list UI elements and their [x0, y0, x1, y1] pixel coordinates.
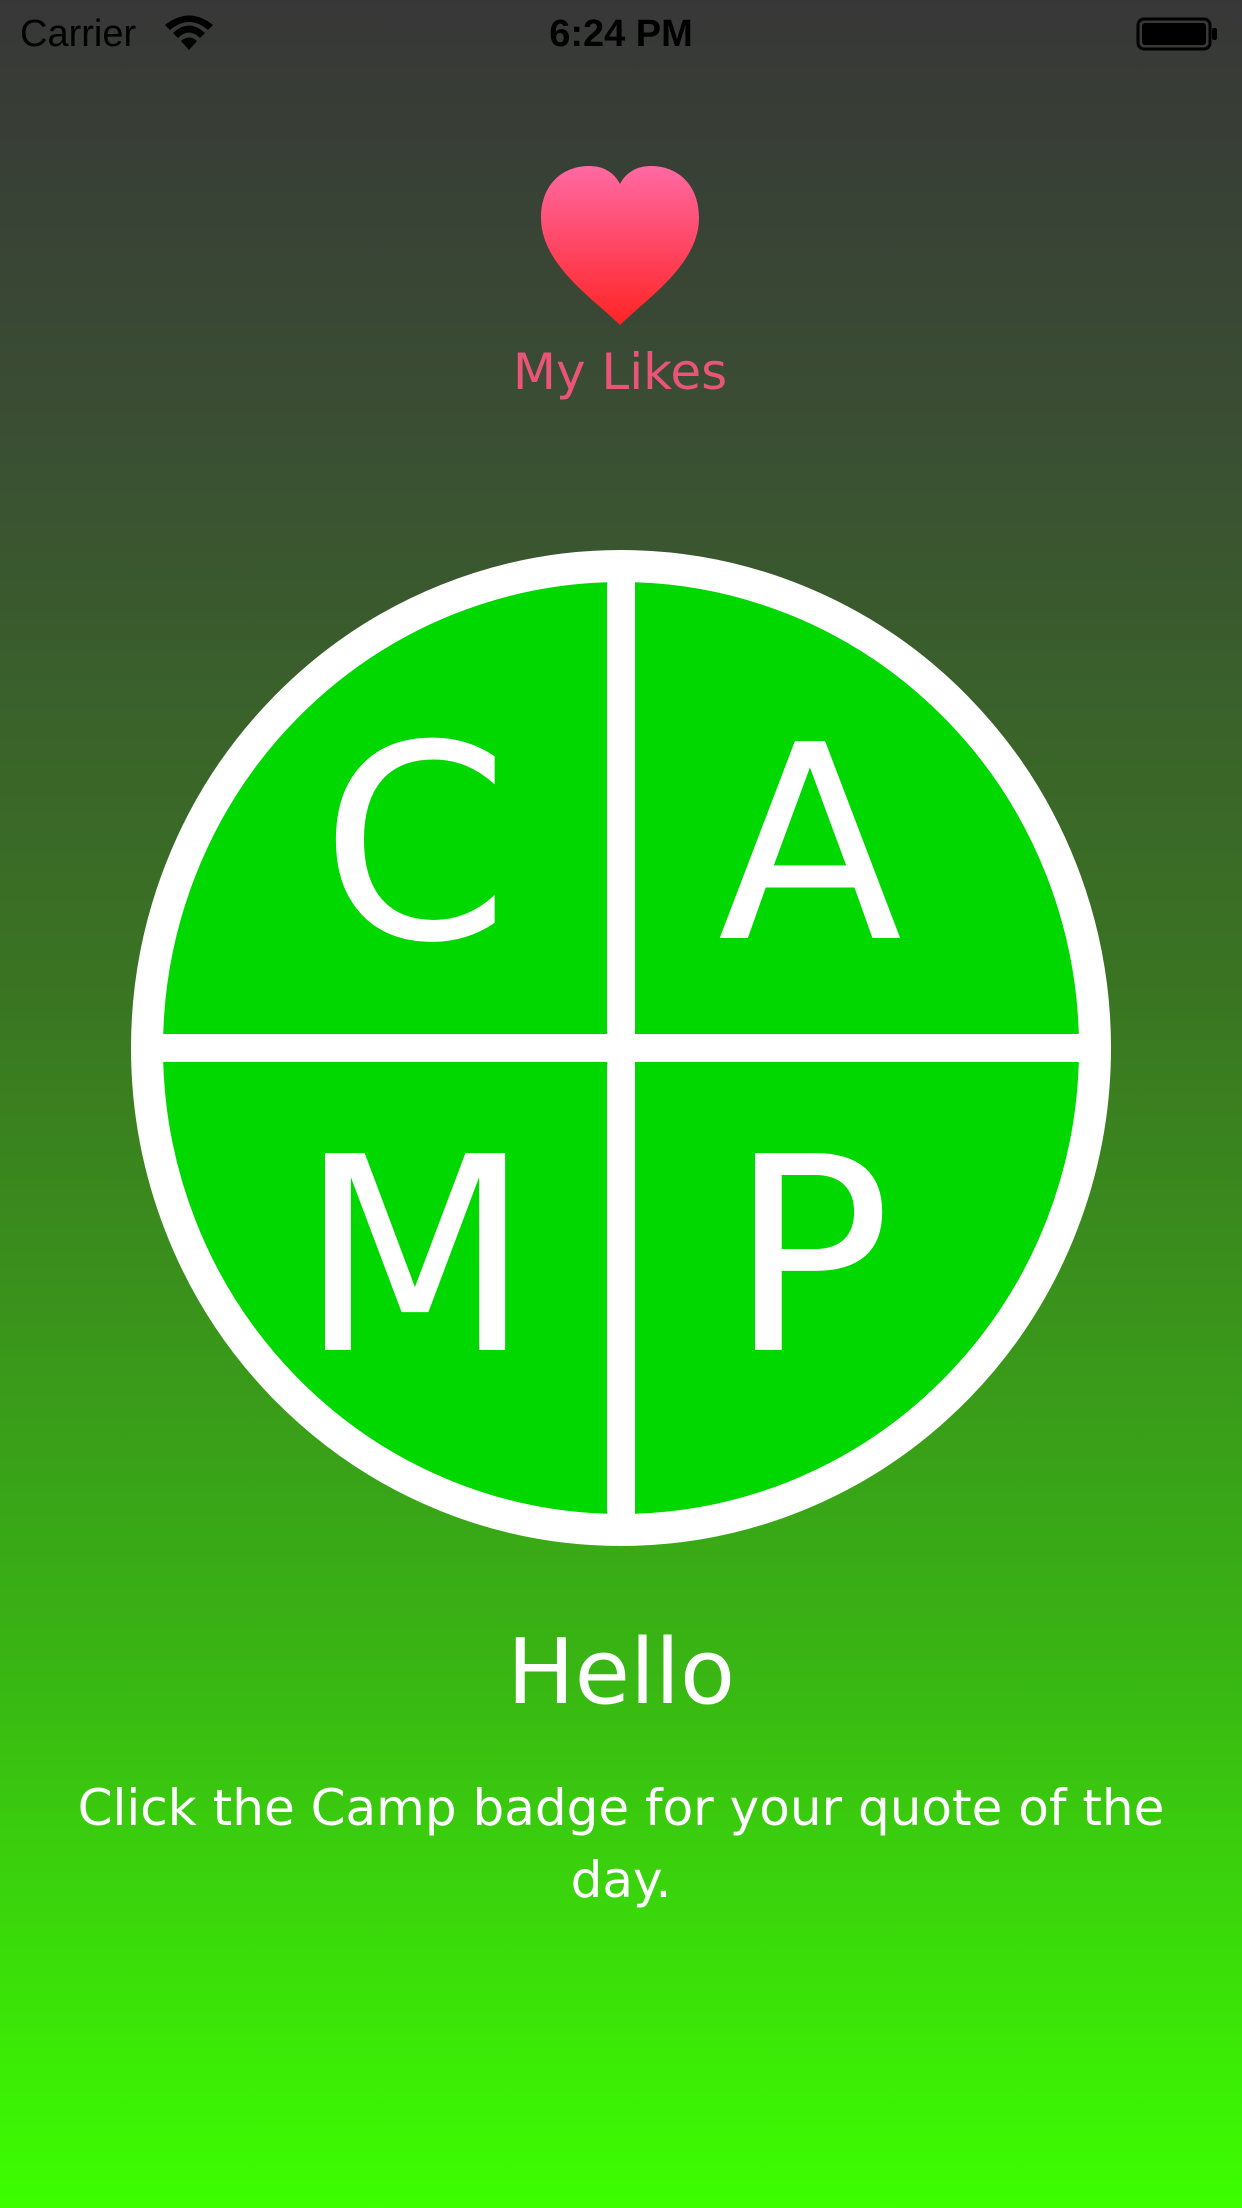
battery-icon — [1136, 17, 1217, 51]
badge-letter-a: A — [718, 687, 904, 1002]
status-bar: Carrier 6:24 PM — [0, 0, 1242, 66]
badge-letter-p: P — [729, 1099, 892, 1414]
heart-icon — [541, 166, 699, 325]
my-likes-button[interactable]: My Likes — [470, 160, 770, 430]
badge-letter-m: M — [299, 1099, 532, 1414]
status-time: 6:24 PM — [549, 13, 693, 55]
badge-letter-c: C — [321, 687, 510, 1002]
camp-badge-logo: C A M P — [131, 550, 1111, 1546]
greeting-text: Hello — [506, 1620, 736, 1725]
camp-badge-button[interactable]: C A M P — [130, 550, 1112, 1546]
my-likes-label: My Likes — [512, 343, 728, 401]
instructions-text: Click the Camp badge for your quote of t… — [77, 1779, 1165, 1909]
